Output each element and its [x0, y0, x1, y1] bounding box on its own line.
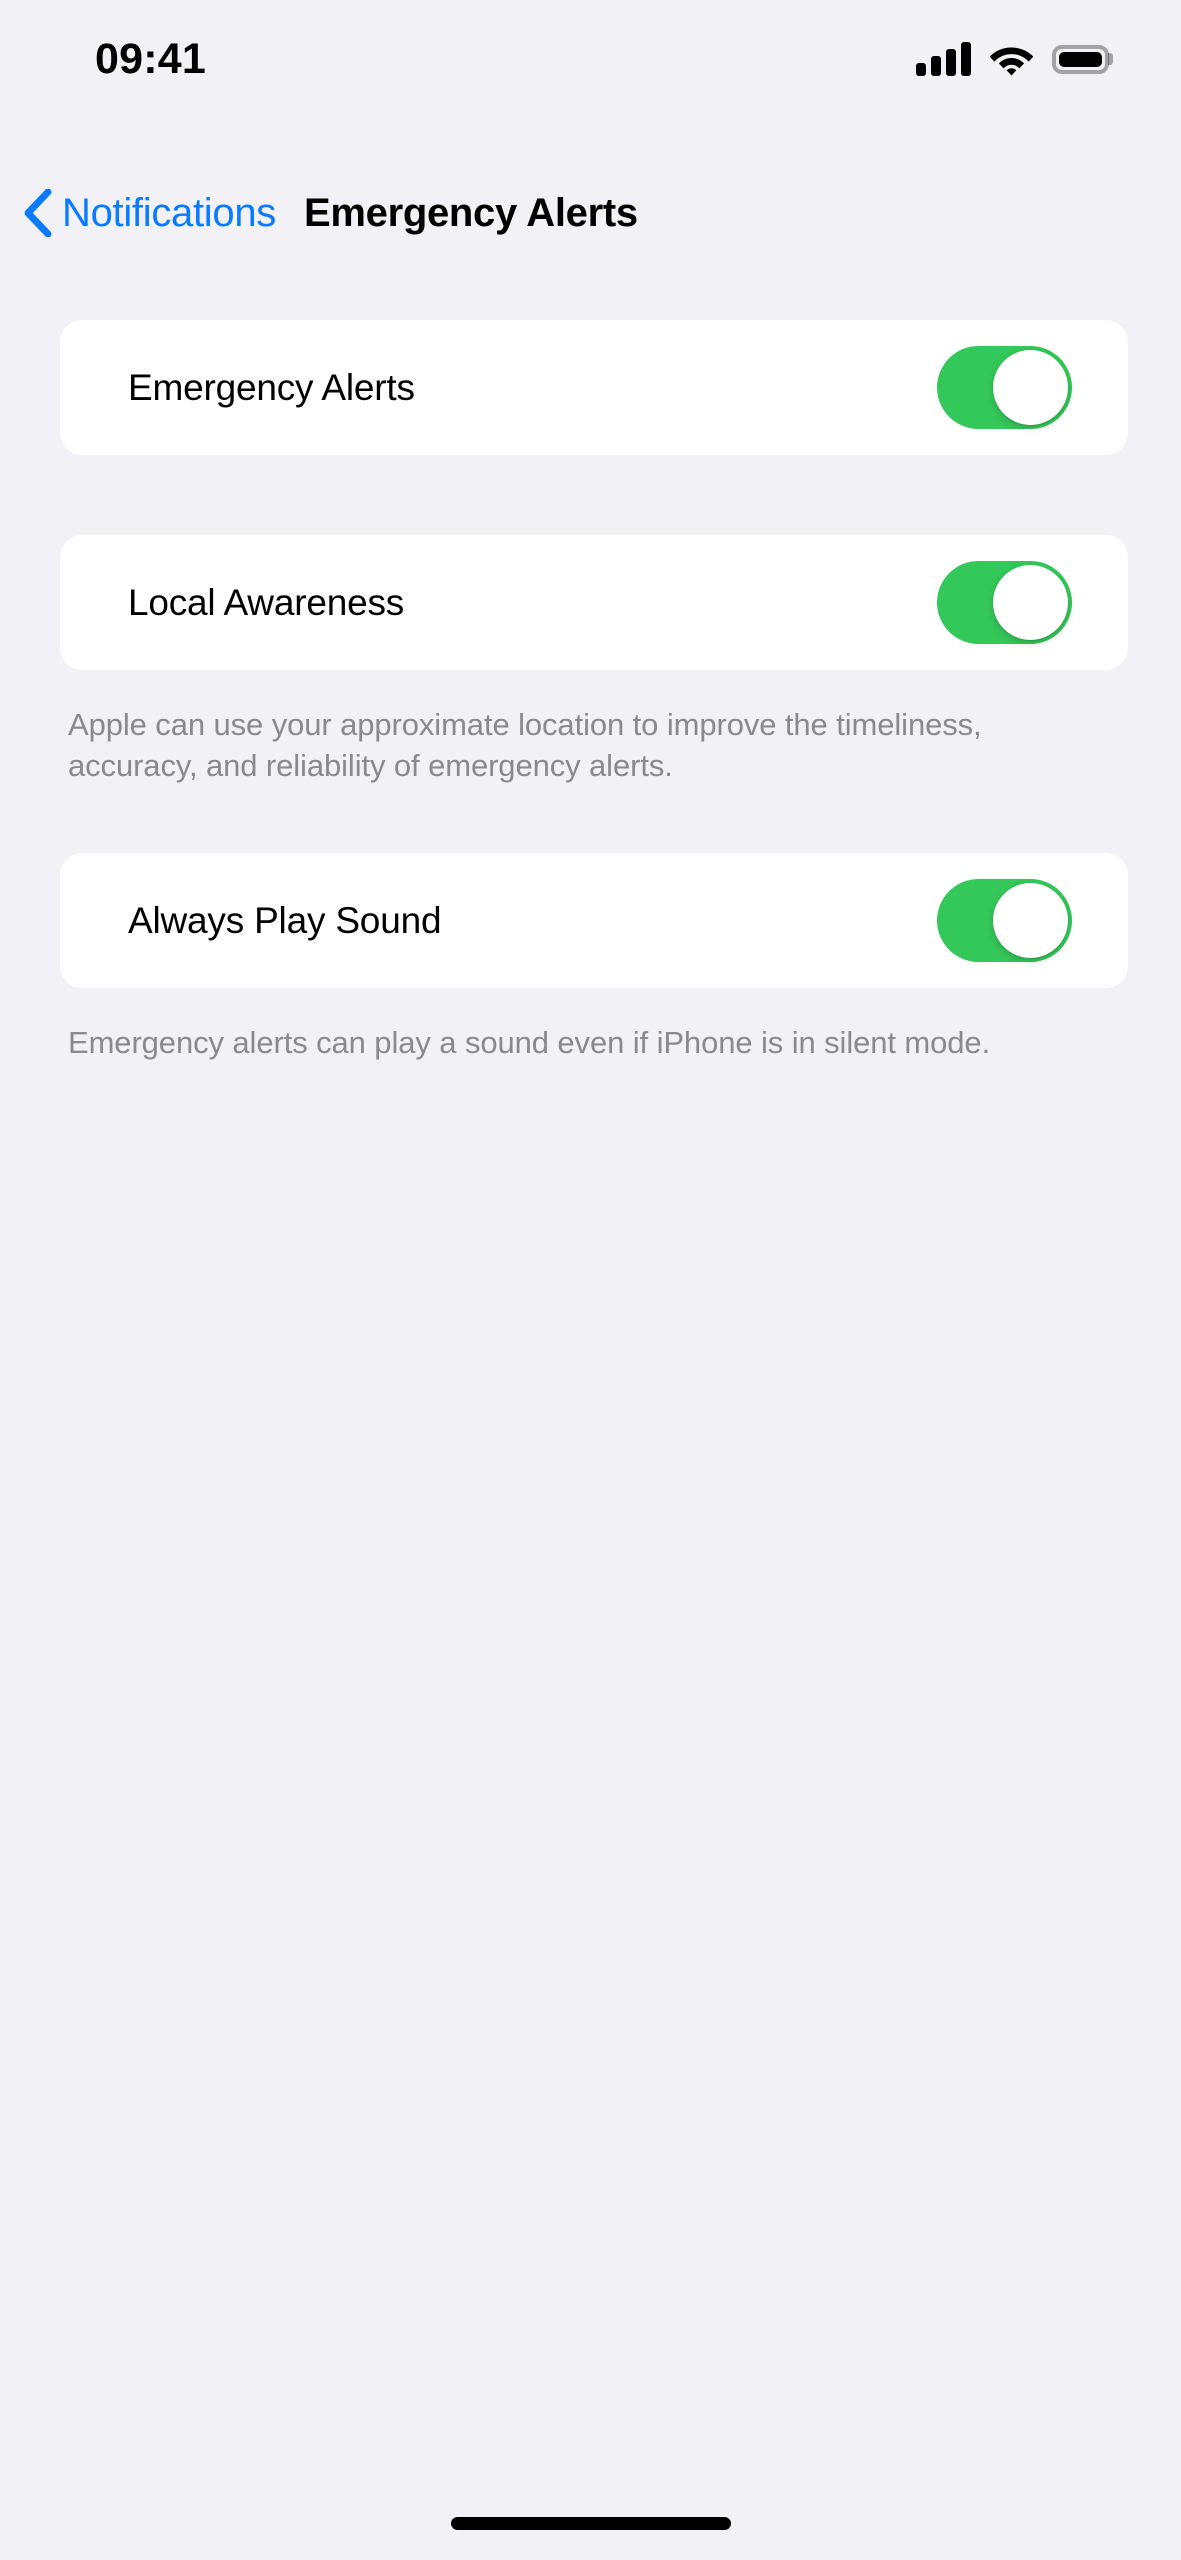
row-label: Local Awareness	[128, 582, 405, 623]
row-local-awareness[interactable]: Local Awareness	[60, 535, 1128, 670]
status-bar-icons	[916, 42, 1113, 76]
settings-card: Always Play Sound	[60, 853, 1128, 988]
toggle-always-play-sound[interactable]	[937, 879, 1072, 962]
toggle-knob	[993, 883, 1068, 958]
back-button[interactable]: Notifications	[22, 189, 276, 237]
row-label: Emergency Alerts	[128, 367, 415, 408]
battery-icon	[1052, 44, 1113, 74]
toggle-emergency-alerts[interactable]	[937, 346, 1072, 429]
cellular-signal-icon	[916, 42, 971, 76]
toggle-local-awareness[interactable]	[937, 561, 1072, 644]
toggle-knob	[993, 565, 1068, 640]
page-title: Emergency Alerts	[303, 191, 638, 235]
settings-group-always-play-sound: Always Play Sound Emergency alerts can p…	[0, 853, 1181, 1063]
chevron-left-icon[interactable]	[22, 189, 52, 237]
row-always-play-sound[interactable]: Always Play Sound	[60, 853, 1128, 988]
battery-fill	[1059, 51, 1102, 67]
battery-cap	[1108, 53, 1113, 65]
row-emergency-alerts[interactable]: Emergency Alerts	[60, 320, 1128, 455]
row-label: Always Play Sound	[128, 900, 442, 941]
group-footer-local-awareness: Apple can use your approximate location …	[68, 707, 982, 783]
toggle-knob	[993, 350, 1068, 425]
status-bar: 09:41	[0, 0, 1181, 112]
settings-group-emergency-alerts: Emergency Alerts	[0, 320, 1181, 455]
group-footer-always-play-sound: Emergency alerts can play a sound even i…	[68, 1025, 991, 1060]
settings-card: Local Awareness	[60, 535, 1128, 670]
navigation-bar: Notifications Emergency Alerts	[0, 178, 1181, 248]
back-button-label[interactable]: Notifications	[62, 193, 276, 233]
settings-group-local-awareness: Local Awareness Apple can use your appro…	[0, 535, 1181, 786]
status-bar-time: 09:41	[95, 34, 206, 83]
wifi-icon	[989, 47, 1034, 76]
home-indicator[interactable]	[450, 2517, 731, 2530]
settings-card: Emergency Alerts	[60, 320, 1128, 455]
settings-content: Emergency Alerts Local Awareness Apple c…	[0, 320, 1181, 1063]
